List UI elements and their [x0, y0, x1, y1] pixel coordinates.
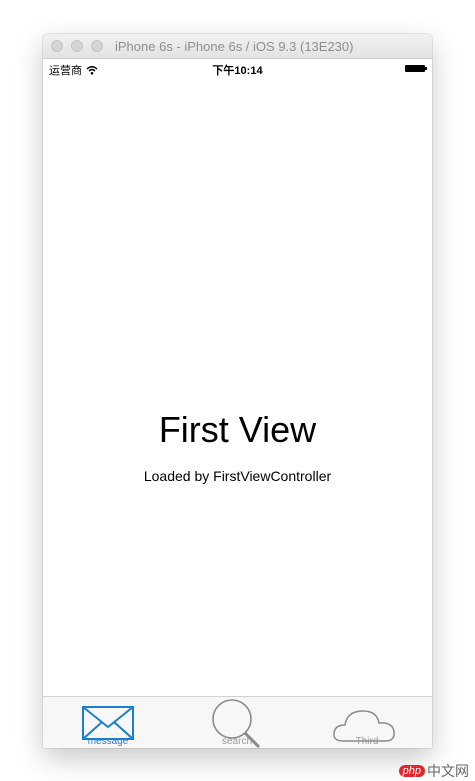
zoom-window-button[interactable]	[91, 40, 103, 52]
site-watermark: php 中文网	[398, 762, 469, 780]
status-bar: 运营商 下午10:14	[43, 59, 432, 79]
tab-message[interactable]: message	[58, 697, 158, 748]
tab-label: message	[87, 736, 129, 747]
window-titlebar: iPhone 6s - iPhone 6s / iOS 9.3 (13E230)	[43, 34, 432, 59]
watermark-badge: php	[398, 765, 425, 777]
status-time: 下午10:14	[212, 65, 263, 77]
minimize-window-button[interactable]	[71, 40, 83, 52]
watermark-text: 中文网	[427, 763, 469, 779]
tab-label: search	[221, 736, 252, 747]
close-window-button[interactable]	[51, 40, 63, 52]
tab-label: Third	[355, 736, 379, 747]
tab-search[interactable]: search	[187, 697, 287, 748]
window-title: iPhone 6s - iPhone 6s / iOS 9.3 (13E230)	[115, 39, 354, 54]
simulator-window: iPhone 6s - iPhone 6s / iOS 9.3 (13E230)…	[43, 34, 432, 748]
view-subtitle: Loaded by FirstViewController	[143, 468, 332, 484]
tab-third[interactable]: Third	[317, 697, 417, 748]
device-screen: 运营商 下午10:14 First View Loaded by FirstVi…	[43, 59, 432, 748]
view-title: First View	[158, 409, 317, 450]
tab-bar: message search Third	[43, 696, 432, 748]
battery-icon	[405, 65, 427, 72]
